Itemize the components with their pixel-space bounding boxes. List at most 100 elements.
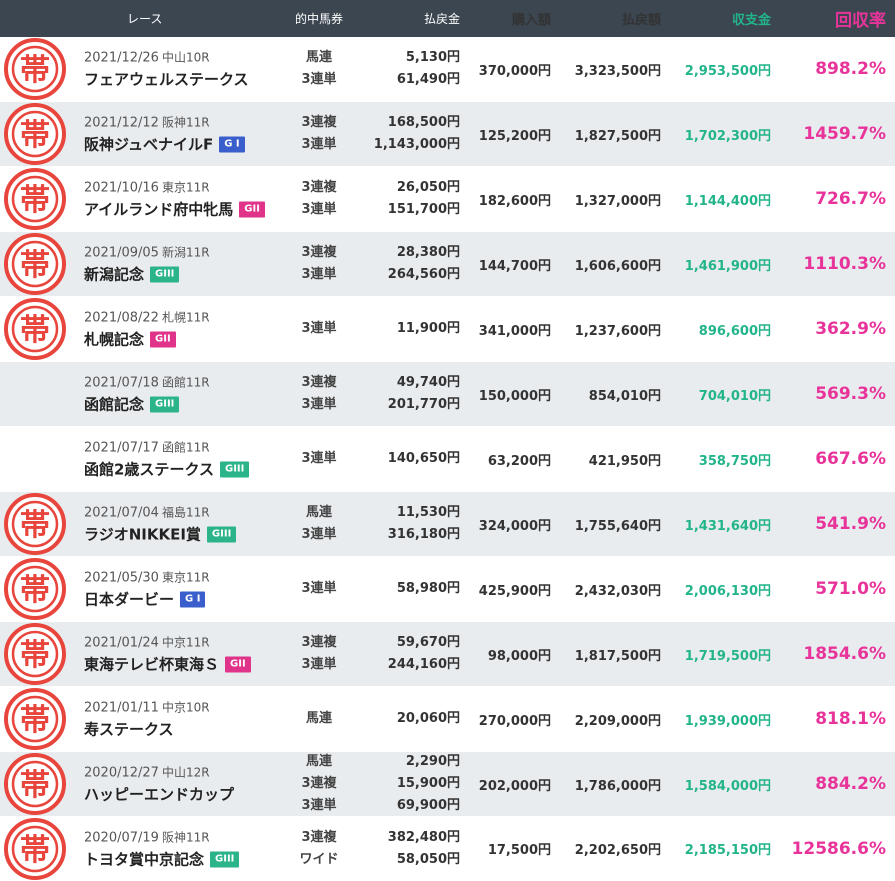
race-date-venue: 2021/10/16 東京11R	[84, 178, 265, 199]
payouts: 11,530円 316,180円	[363, 502, 463, 546]
payout-amount: 59,670円	[396, 635, 460, 650]
race-cell: 帯 2021/01/11 中京10R 寿ステークス	[0, 687, 275, 751]
return-amount: 421,950円	[588, 453, 661, 469]
payouts: 28,380円 264,560円	[363, 242, 463, 286]
return-amount: 1,237,600円	[574, 323, 661, 339]
header-ticket: 的中馬券	[294, 12, 343, 26]
return-amount: 1,606,600円	[574, 258, 661, 274]
payout-amount: 140,650円	[387, 451, 460, 466]
race-name[interactable]: ラジオNIKKEI賞 GIII	[84, 524, 237, 546]
purchase-amount: 182,600円	[478, 193, 551, 209]
race-cell: 帯 2021/12/12 阪神11R 阪神ジュベナイルF G I	[0, 102, 275, 166]
svg-text:帯: 帯	[20, 53, 50, 88]
race-name[interactable]: 日本ダービー G I	[84, 589, 210, 611]
race-name-text: 寿ステークス	[84, 720, 174, 739]
return-amount: 1,755,640円	[574, 518, 661, 534]
obi-stamp-icon: 帯	[4, 103, 66, 165]
race-info: 2021/10/16 東京11R アイルランド府中牝馬 GII	[84, 178, 265, 221]
table-row: 2021/07/18 函館11R 函館記念 GIII 3連複 3連単 49,740円 201,…	[0, 362, 895, 427]
purchase-amount: 144,700円	[478, 258, 551, 274]
purchase-amount: 425,900円	[478, 583, 551, 599]
race-cell: 帯 2020/12/27 中山12R ハッピーエンドカップ	[0, 752, 275, 816]
race-date-venue: 2021/09/05 新潟11R	[84, 243, 210, 264]
payout-amount: 168,500円	[387, 115, 460, 130]
race-name[interactable]: 新潟記念 GIII	[84, 264, 210, 286]
race-date-venue: 2021/12/12 阪神11R	[84, 113, 245, 134]
purchase-amount: 63,200円	[487, 453, 551, 469]
race-cell: 帯 2021/10/16 東京11R アイルランド府中牝馬 GII	[0, 167, 275, 231]
race-name[interactable]: 東海テレビ杯東海Ｓ GII	[84, 654, 251, 676]
race-name[interactable]: トヨタ賞中京記念 GIII	[84, 848, 240, 870]
table-row: 帯 2021/12/26 中山10R フェアウェルステークス 馬連 3連単 5,130円 61…	[0, 37, 895, 102]
purchase-amount: 98,000円	[487, 648, 551, 664]
payout-amount: 382,480円	[387, 829, 460, 845]
profit-amount: 1,584,000円	[684, 778, 771, 794]
race-name[interactable]: アイルランド府中牝馬 GII	[84, 199, 265, 221]
race-name[interactable]: ハッピーエンドカップ	[84, 784, 234, 806]
race-name[interactable]: 寿ステークス	[84, 719, 210, 741]
payout-amount: 316,180円	[387, 527, 460, 542]
payout-amount: 5,130円	[405, 50, 460, 65]
profit-amount: 896,600円	[698, 323, 771, 339]
race-cell: 帯 2021/07/04 福島11R ラジオNIKKEI賞 GIII	[0, 492, 275, 556]
race-info: 2021/01/11 中京10R 寿ステークス	[84, 698, 210, 741]
ticket-types: 馬連 3連単	[275, 47, 363, 91]
svg-text:帯: 帯	[20, 313, 50, 348]
race-name[interactable]: 函館2歳ステークス GIII	[84, 459, 250, 481]
race-venue: 阪神11R	[161, 830, 210, 844]
ticket-types: 馬連 3連単	[275, 502, 363, 546]
grade-badge: GIII	[220, 461, 250, 478]
race-info: 2020/12/27 中山12R ハッピーエンドカップ	[84, 763, 234, 806]
purchase-amount: 324,000円	[478, 518, 551, 534]
grade-badge: G I	[219, 136, 245, 153]
payout-amount: 201,770円	[387, 397, 460, 412]
purchase-amount: 370,000円	[478, 63, 551, 79]
table-row: 帯 2021/08/22 札幌11R 札幌記念 GII 3連単 11,900円 341,000…	[0, 297, 895, 362]
ticket-type: 3連単	[301, 72, 337, 87]
header-buy: 購入額	[511, 13, 551, 28]
payouts: 11,900円	[363, 318, 463, 340]
purchase-amount: 125,200円	[478, 128, 551, 144]
ticket-types: 3連複 3連単	[275, 242, 363, 286]
ticket-type: 3連複	[301, 180, 337, 195]
profit-amount: 358,750円	[698, 453, 771, 469]
grade-badge: GIII	[150, 396, 180, 413]
race-name-text: 東海テレビ杯東海Ｓ	[84, 655, 220, 674]
table-row: 帯 2021/01/24 中京11R 東海テレビ杯東海Ｓ GII 3連複 3連単 59,670…	[0, 622, 895, 687]
table-row: 帯 2020/12/27 中山12R ハッピーエンドカップ 馬連 3連複 3連単 2,290円…	[0, 752, 895, 817]
race-name[interactable]: フェアウェルステークス	[84, 69, 249, 91]
header-race: レース	[127, 12, 163, 26]
race-date: 2020/12/27	[84, 765, 159, 781]
race-date-venue: 2021/07/17 函館11R	[84, 438, 249, 459]
payouts: 2,290円 15,900円 69,900円	[363, 751, 463, 817]
payouts: 26,050円 151,700円	[363, 177, 463, 221]
obi-stamp-icon: 帯	[4, 493, 66, 555]
ticket-types: 3連複 ワイド	[275, 827, 363, 871]
ticket-type: 3連複	[301, 635, 337, 650]
ticket-type: 3連単	[301, 451, 337, 466]
obi-stamp-icon: 帯	[4, 753, 66, 815]
payouts: 49,740円 201,770円	[363, 372, 463, 416]
table-row: 2021/07/17 函館11R 函館2歳ステークス GIII 3連単 140,650円 6…	[0, 427, 895, 492]
table-header: レース 的中馬券 払戻金 購入額 払戻額 収支金 回収率	[0, 0, 895, 37]
table-row: 帯 2021/05/30 東京11R 日本ダービー G I 3連単 58,980円 425,9…	[0, 557, 895, 622]
ticket-types: 3連複 3連単	[275, 632, 363, 676]
header-return: 払戻額	[621, 13, 661, 28]
race-venue: 中京10R	[161, 700, 210, 715]
header-profit: 収支金	[731, 13, 771, 28]
payout-amount: 61,490円	[396, 72, 460, 87]
svg-text:帯: 帯	[20, 118, 50, 153]
ticket-type: 3連複	[301, 375, 337, 390]
obi-stamp-icon: 帯	[4, 38, 66, 100]
profit-amount: 704,010円	[698, 388, 771, 404]
race-name[interactable]: 函館記念 GIII	[84, 394, 210, 416]
obi-stamp-icon: 帯	[4, 558, 66, 620]
race-date: 2021/09/05	[84, 245, 159, 261]
race-name[interactable]: 阪神ジュベナイルF G I	[84, 134, 245, 156]
recovery-rate: 818.1%	[815, 709, 886, 729]
race-name-text: ハッピーエンドカップ	[84, 785, 235, 804]
purchase-amount: 17,500円	[487, 843, 551, 858]
race-cell: 帯 2021/01/24 中京11R 東海テレビ杯東海Ｓ GII	[0, 622, 275, 686]
race-name[interactable]: 札幌記念 GII	[84, 329, 210, 351]
race-date: 2021/08/22	[84, 310, 159, 326]
